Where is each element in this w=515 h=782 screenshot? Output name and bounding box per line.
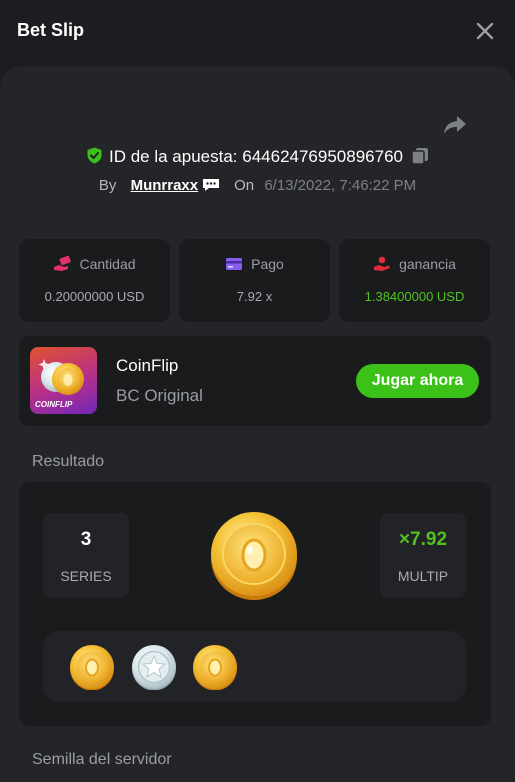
stat-amount-value: 0.20000000 USD <box>44 289 145 304</box>
copy-icon[interactable] <box>411 147 429 165</box>
game-subtitle: BC Original <box>116 386 203 405</box>
by-label: By <box>98 177 117 194</box>
server-seed-section-title: Semilla del servidor <box>32 751 172 768</box>
profit-hand-icon <box>374 256 391 271</box>
gold-coin-icon <box>193 645 237 690</box>
bet-id: ID de la apuesta: 64462476950896760 <box>109 147 403 166</box>
multiplier-box: ×7.92 MULTIP <box>380 513 466 598</box>
coin-series-strip <box>43 631 466 702</box>
stat-payout: Pago 7.92 x <box>179 239 330 322</box>
result-coin-icon <box>211 512 297 600</box>
game-thumbnail-label: COINFLIP <box>35 400 73 409</box>
username-link[interactable]: Munrraxx <box>131 177 199 194</box>
gold-coin-icon <box>70 645 114 690</box>
game-name: CoinFlip <box>116 356 179 375</box>
bet-byline: By Munrraxx On 6/13/2022, 7:46:22 PM <box>0 177 515 194</box>
chat-icon[interactable] <box>202 178 220 192</box>
bet-date: 6/13/2022, 7:46:22 PM <box>264 177 417 194</box>
series-value: 3 <box>80 529 92 550</box>
game-thumbnail[interactable]: COINFLIP <box>30 347 97 414</box>
series-box: 3 SERIES <box>43 513 129 598</box>
result-section-title: Resultado <box>32 453 105 470</box>
play-now-button[interactable]: Jugar ahora <box>356 364 479 398</box>
stat-profit-label: ganancia <box>399 256 456 272</box>
on-label: On <box>234 177 255 194</box>
multiplier-label: MULTIP <box>397 568 449 584</box>
multiplier-value: ×7.92 <box>398 529 448 550</box>
silver-coin-icon <box>132 645 176 690</box>
game-card: COINFLIP CoinFlip BC Original Jugar ahor… <box>19 336 491 426</box>
bet-slip-header: Bet Slip <box>0 0 515 64</box>
stat-profit-value: 1.38400000 USD <box>364 289 465 304</box>
bet-id-line: ID de la apuesta: 64462476950896760 <box>0 147 515 167</box>
result-card: 3 SERIES ×7.92 MULTIP <box>19 482 491 726</box>
money-hand-icon <box>54 255 72 271</box>
close-icon[interactable] <box>474 20 496 42</box>
bet-slip-title: Bet Slip <box>17 20 85 40</box>
stat-payout-label: Pago <box>251 256 284 272</box>
verified-shield-icon <box>87 147 102 164</box>
series-label: SERIES <box>60 568 112 584</box>
card-icon <box>226 258 243 270</box>
stat-payout-value: 7.92 x <box>236 289 273 304</box>
stat-profit: ganancia 1.38400000 USD <box>339 239 490 322</box>
stat-amount-label: Cantidad <box>79 256 136 272</box>
share-icon[interactable] <box>443 114 467 136</box>
stat-amount: Cantidad 0.20000000 USD <box>19 239 170 322</box>
